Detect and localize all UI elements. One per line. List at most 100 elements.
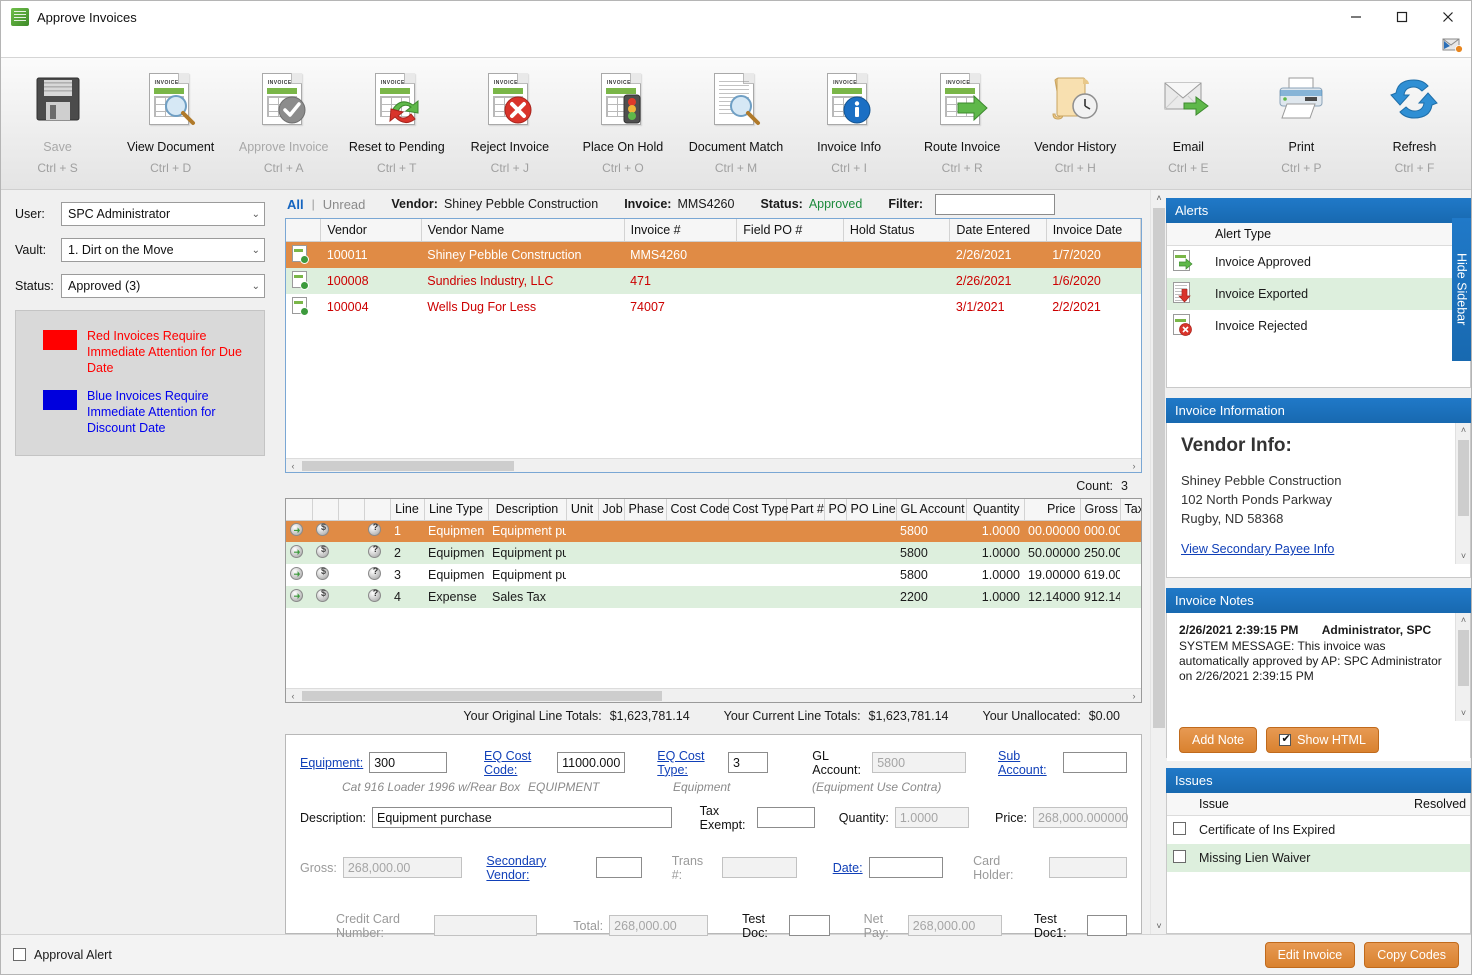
filter-input[interactable] — [935, 193, 1056, 215]
maximize-button[interactable] — [1379, 1, 1425, 33]
scroll-up-icon[interactable]: ˄ — [1456, 423, 1471, 438]
description-field[interactable]: Equipment purchase — [372, 807, 672, 829]
scroll-thumb[interactable] — [1153, 208, 1165, 728]
lcol-po-line[interactable]: PO Line — [846, 499, 897, 521]
line-items-hscrollbar[interactable]: ‹ › — [286, 688, 1141, 703]
scroll-thumb[interactable] — [302, 461, 514, 472]
minimize-button[interactable] — [1333, 1, 1379, 33]
copy-codes-button[interactable]: Copy Codes — [1364, 941, 1459, 968]
line-icon-cell[interactable] — [364, 564, 390, 587]
ribbon-document-match-button[interactable]: Document Match Ctrl + M — [679, 64, 792, 190]
line-icon-cell[interactable] — [286, 542, 312, 565]
alert-row[interactable]: Invoice Rejected — [1167, 310, 1470, 342]
lcol-phase[interactable]: Phase — [624, 499, 667, 521]
lcol-gross[interactable]: Gross — [1080, 499, 1121, 521]
ribbon-reset-to-pending-button[interactable]: INVOICE Reset to Pending Ctrl + T — [340, 64, 453, 190]
status-select[interactable]: Approved (3) ⌄ — [61, 274, 265, 298]
hide-sidebar-tab[interactable]: Hide Sidebar — [1452, 218, 1471, 361]
col-vendor[interactable]: Vendor — [320, 219, 422, 243]
table-row[interactable]: 100011 Shiney Pebble Construction MMS426… — [286, 241, 1141, 269]
ribbon-vendor-history-button[interactable]: Vendor History Ctrl + H — [1019, 64, 1132, 190]
test-doc-field[interactable] — [789, 915, 830, 937]
show-html-checkbox[interactable] — [1279, 732, 1292, 746]
scroll-thumb[interactable] — [1458, 440, 1469, 516]
line-icon-cell[interactable] — [364, 520, 390, 543]
lcol-line-type[interactable]: Line Type — [424, 499, 489, 521]
scroll-down-icon[interactable]: ˅ — [1456, 706, 1471, 721]
scroll-thumb[interactable] — [1458, 630, 1469, 686]
scroll-down-icon[interactable]: ˅ — [1456, 549, 1471, 564]
ribbon-print-button[interactable]: Print Ctrl + P — [1245, 64, 1358, 190]
equipment-field[interactable]: 300 — [369, 752, 448, 774]
col-vendor-name[interactable]: Vendor Name — [421, 219, 625, 243]
date-link-label[interactable]: Date: — [833, 861, 863, 875]
lcol-quantity[interactable]: Quantity — [966, 499, 1025, 521]
scroll-right-icon[interactable]: › — [1127, 689, 1141, 702]
table-row[interactable]: 100008 Sundries Industry, LLC 471 2/26/2… — [286, 268, 1141, 295]
lcol-part[interactable]: Part # — [786, 499, 825, 521]
lcol-cost-type[interactable]: Cost Type — [728, 499, 789, 521]
close-button[interactable] — [1425, 1, 1471, 33]
scroll-down-icon[interactable]: ˅ — [1151, 918, 1167, 934]
ribbon-approve-invoice-button[interactable]: INVOICE Approve Invoice Ctrl + A — [227, 64, 340, 190]
col-invoice-date[interactable]: Invoice Date — [1046, 219, 1142, 243]
col-icon[interactable] — [286, 219, 322, 243]
line-icon-cell[interactable] — [312, 564, 338, 587]
eq-cost-type-field[interactable]: 3 — [727, 752, 769, 774]
scroll-up-icon[interactable]: ˄ — [1456, 613, 1471, 628]
sub-account-link-label[interactable]: Sub Account: — [998, 749, 1057, 777]
line-icon-cell[interactable] — [312, 520, 338, 543]
issue-check-cell[interactable] — [1167, 816, 1193, 844]
filter-tab-all[interactable]: All — [287, 197, 304, 212]
issue-row[interactable]: Missing Lien Waiver — [1167, 843, 1470, 872]
mail-alert-icon[interactable] — [1441, 35, 1463, 53]
view-secondary-payee-link[interactable]: View Secondary Payee Info — [1181, 542, 1334, 556]
show-html-toggle[interactable]: Show HTML — [1266, 727, 1379, 753]
issue-check-cell[interactable] — [1167, 843, 1193, 872]
scroll-thumb[interactable] — [302, 691, 662, 702]
notes-scrollbar[interactable]: ˄ ˅ — [1455, 613, 1470, 721]
lcol-cost-code[interactable]: Cost Code — [666, 499, 730, 521]
col-date-entered[interactable]: Date Entered — [949, 219, 1047, 243]
issue-resolved-checkbox[interactable] — [1173, 849, 1186, 863]
secondary-vendor-field[interactable] — [596, 857, 642, 879]
sub-account-field[interactable] — [1062, 752, 1128, 774]
lcol-line[interactable]: Line — [390, 499, 425, 521]
line-icon-cell[interactable] — [286, 564, 312, 587]
col-field-po[interactable]: Field PO # — [736, 219, 844, 243]
ribbon-refresh-button[interactable]: Refresh Ctrl + F — [1358, 64, 1471, 190]
add-note-button[interactable]: Add Note — [1179, 727, 1258, 753]
line-row[interactable]: 4 Expense Sales Tax 2200 — [286, 586, 1141, 609]
vault-select[interactable]: 1. Dirt on the Move ⌄ — [61, 238, 265, 262]
lcol-gl-account[interactable]: GL Account — [896, 499, 967, 521]
line-icon-cell[interactable] — [364, 542, 390, 565]
line-row[interactable]: 1 Equipmen Equipment pu 5800 — [286, 520, 1141, 543]
scroll-up-icon[interactable]: ˄ — [1151, 190, 1167, 206]
gl-account-label[interactable]: GL Account: — [812, 749, 866, 777]
alert-row[interactable]: Invoice Approved — [1167, 246, 1470, 279]
ribbon-place-on-hold-button[interactable]: INVOICE Place On Hold Ctrl + O — [566, 64, 679, 190]
secondary-vendor-link-label[interactable]: Secondary Vendor: — [486, 854, 590, 882]
invoice-list-hscrollbar[interactable]: ‹ › — [286, 458, 1141, 473]
ribbon-view-document-button[interactable]: INVOICE View Document Ctrl + D — [114, 64, 227, 190]
user-select[interactable]: SPC Administrator ⌄ — [61, 202, 265, 226]
alert-row[interactable]: Invoice Exported — [1167, 278, 1470, 310]
line-icon-cell[interactable] — [286, 520, 312, 543]
ribbon-email-button[interactable]: Email Ctrl + E — [1132, 64, 1245, 190]
date-field[interactable] — [868, 857, 944, 879]
eq-cost-code-link-label[interactable]: EQ Cost Code: — [484, 749, 551, 777]
scroll-left-icon[interactable]: ‹ — [286, 689, 300, 702]
filter-tab-unread[interactable]: Unread — [323, 197, 366, 212]
line-icon-cell[interactable] — [312, 542, 338, 565]
line-icon-cell[interactable] — [364, 586, 390, 609]
scroll-right-icon[interactable]: › — [1127, 459, 1141, 473]
line-icon-cell[interactable] — [286, 586, 312, 609]
eq-cost-code-field[interactable]: 11000.000 — [557, 752, 626, 774]
lcol-po[interactable]: PO — [824, 499, 847, 521]
ribbon-reject-invoice-button[interactable]: INVOICE Reject Invoice Ctrl + J — [453, 64, 566, 190]
ribbon-route-invoice-button[interactable]: INVOICE Route Invoice Ctrl + R — [906, 64, 1019, 190]
scroll-left-icon[interactable]: ‹ — [286, 459, 300, 473]
issue-resolved-checkbox[interactable] — [1173, 821, 1186, 835]
lcol-job[interactable]: Job — [598, 499, 625, 521]
vendor-info-scrollbar[interactable]: ˄ ˅ — [1455, 423, 1470, 564]
